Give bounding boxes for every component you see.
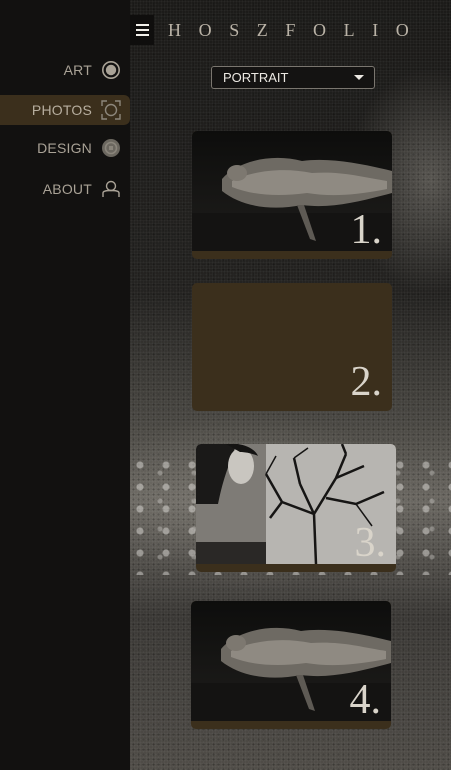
nav-item-photos[interactable]: PHOTOS bbox=[0, 95, 130, 125]
nav-item-label: PHOTOS bbox=[31, 102, 92, 118]
photo-card-4[interactable]: 4. bbox=[191, 601, 391, 729]
camera-focus-icon bbox=[100, 99, 122, 121]
category-select-value: PORTRAIT bbox=[223, 70, 289, 85]
category-select[interactable]: PORTRAIT bbox=[211, 66, 375, 89]
nav-item-label: DESIGN bbox=[37, 140, 92, 156]
person-icon bbox=[100, 178, 122, 200]
site-logo-text: HOSZFOLIO bbox=[168, 20, 427, 40]
hamburger-menu-icon[interactable] bbox=[130, 15, 154, 45]
nav-item-art[interactable]: ART bbox=[0, 55, 130, 85]
nav-item-design[interactable]: DESIGN bbox=[0, 133, 130, 163]
card-number: 2. bbox=[350, 359, 383, 405]
circle-icon bbox=[100, 59, 122, 81]
sidebar: ART PHOTOS DESIGN ABOUT bbox=[0, 0, 130, 770]
photo-card-3[interactable]: 3. bbox=[196, 444, 396, 572]
card-number: 1. bbox=[350, 207, 383, 253]
card-number: 3. bbox=[354, 520, 387, 566]
chevron-down-icon bbox=[354, 75, 364, 80]
card-number: 4. bbox=[349, 677, 382, 723]
nav-item-label: ABOUT bbox=[42, 181, 92, 197]
photo-card-2[interactable]: 2. bbox=[192, 283, 392, 411]
nav-item-about[interactable]: ABOUT bbox=[0, 174, 130, 204]
nav-item-label: ART bbox=[63, 62, 92, 78]
palette-icon bbox=[100, 137, 122, 159]
photo-card-1[interactable]: 1. bbox=[192, 131, 392, 259]
